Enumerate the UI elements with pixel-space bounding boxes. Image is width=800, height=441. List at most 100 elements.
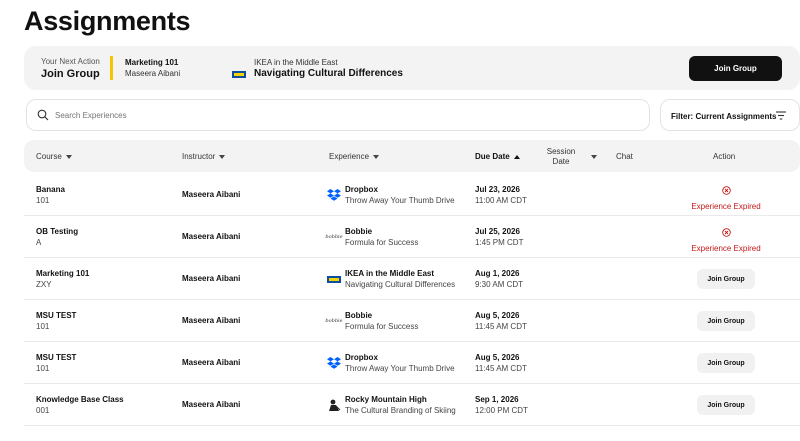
- due-date: Sep 1, 2026: [475, 395, 519, 404]
- experience-name[interactable]: Bobbie: [345, 311, 372, 320]
- join-group-button[interactable]: Join Group: [697, 353, 755, 373]
- rocky-mountain-logo-icon: [326, 397, 342, 413]
- page-title: Assignments: [24, 6, 191, 36]
- join-group-button[interactable]: Join Group: [697, 311, 755, 331]
- course-name[interactable]: MSU TEST: [36, 353, 76, 362]
- due-date: Jul 23, 2026: [475, 185, 520, 194]
- next-action-experience-subtitle: IKEA in the Middle East: [254, 58, 338, 67]
- course-code: A: [36, 238, 42, 247]
- ikea-logo-icon: [326, 271, 342, 287]
- column-experience-label: Experience: [329, 152, 370, 161]
- due-time: 12:00 PM CDT: [475, 406, 528, 415]
- next-action-course: Marketing 101: [125, 58, 179, 67]
- experience-subtitle: The Cultural Branding of Skiing: [345, 406, 456, 415]
- join-group-button[interactable]: Join Group: [697, 269, 755, 289]
- course-name[interactable]: Marketing 101: [36, 269, 89, 278]
- experience-subtitle: Formula for Success: [345, 238, 419, 247]
- filter-lines-icon: [776, 111, 786, 120]
- ikea-logo-icon: [232, 65, 246, 83]
- experience-name[interactable]: Dropbox: [345, 185, 378, 194]
- instructor-name: Maseera Aibani: [182, 274, 241, 283]
- search-icon: [37, 109, 49, 121]
- table-row: Banana 101 Maseera Aibani Dropbox Throw Away…: [24, 174, 800, 216]
- instructor-name: Maseera Aibani: [182, 190, 241, 199]
- join-group-button[interactable]: Join Group: [689, 56, 782, 81]
- due-date: Aug 1, 2026: [475, 269, 520, 278]
- table-row: MSU TEST 101 Maseera Aibani bobbie Bobbie For…: [24, 300, 800, 342]
- experience-name[interactable]: Dropbox: [345, 353, 378, 362]
- next-action-banner: Your Next Action Join Group Marketing 10…: [24, 46, 800, 90]
- column-session-date[interactable]: Session Date: [545, 147, 597, 167]
- table-row: MSU TEST 101 Maseera Aibani Dropbox Throw Aw…: [24, 342, 800, 384]
- sort-down-icon: [373, 154, 380, 159]
- search-bar[interactable]: [26, 99, 650, 131]
- next-action-experience-title: Navigating Cultural Differences: [254, 68, 403, 79]
- next-action-value: Join Group: [41, 68, 100, 80]
- column-action: Action: [713, 152, 735, 161]
- experience-name[interactable]: Rocky Mountain High: [345, 395, 427, 404]
- expired-x-icon: [721, 228, 731, 237]
- due-date: Jul 25, 2026: [475, 227, 520, 236]
- instructor-name: Maseera Aibani: [182, 232, 241, 241]
- table-row: Marketing 101 ZXY Maseera Aibani IKEA in th…: [24, 258, 800, 300]
- sort-down-icon: [591, 155, 597, 159]
- column-due-date[interactable]: Due Date: [475, 152, 520, 161]
- due-date: Aug 5, 2026: [475, 311, 520, 320]
- experience-subtitle: Throw Away Your Thumb Drive: [345, 196, 455, 205]
- column-experience[interactable]: Experience: [329, 152, 380, 161]
- instructor-name: Maseera Aibani: [182, 358, 241, 367]
- dropbox-logo-icon: [326, 355, 342, 371]
- course-code: ZXY: [36, 280, 52, 289]
- bobbie-logo-icon: bobbie: [325, 234, 343, 240]
- course-code: 101: [36, 364, 50, 373]
- table-header: Course Instructor Experience Due Date Se…: [24, 140, 800, 172]
- dropbox-logo-icon: [326, 187, 342, 203]
- course-code: 101: [36, 196, 50, 205]
- course-name[interactable]: Knowledge Base Class: [36, 395, 124, 404]
- expired-x-icon: [721, 186, 731, 195]
- column-action-label: Action: [713, 152, 736, 161]
- due-time: 11:45 AM CDT: [475, 364, 527, 373]
- expired-label: Experience Expired: [691, 244, 761, 253]
- course-code: 101: [36, 322, 50, 331]
- experience-subtitle: Formula for Success: [345, 322, 419, 331]
- course-name[interactable]: Banana: [36, 185, 65, 194]
- join-group-button[interactable]: Join Group: [697, 395, 755, 415]
- course-name[interactable]: MSU TEST: [36, 311, 76, 320]
- due-date: Aug 5, 2026: [475, 353, 520, 362]
- experience-name[interactable]: Bobbie: [345, 227, 372, 236]
- expired-label: Experience Expired: [691, 202, 761, 211]
- due-time: 11:00 AM CDT: [475, 196, 527, 205]
- experience-expired-status: Experience Expired: [686, 224, 766, 253]
- sort-up-icon: [513, 154, 520, 159]
- filter-label: Filter: Current Assignments: [671, 112, 777, 121]
- table-row: OB Testing A Maseera Aibani bobbie Bobbie For…: [24, 216, 800, 258]
- experience-subtitle: Navigating Cultural Differences: [345, 280, 456, 289]
- column-course[interactable]: Course: [36, 152, 72, 161]
- due-time: 1:45 PM CDT: [475, 238, 524, 247]
- due-time: 9:30 AM CDT: [475, 280, 524, 289]
- column-course-label: Course: [36, 152, 62, 161]
- course-code: 001: [36, 406, 50, 415]
- column-instructor[interactable]: Instructor: [182, 152, 226, 161]
- filter-dropdown[interactable]: Filter: Current Assignments: [660, 99, 800, 131]
- instructor-name: Maseera Aibani: [182, 400, 241, 409]
- next-action-label: Your Next Action: [41, 57, 100, 66]
- column-session-date-label: Session Date: [546, 147, 576, 166]
- column-due-date-label: Due Date: [475, 152, 510, 161]
- experience-subtitle: Throw Away Your Thumb Drive: [345, 364, 455, 373]
- column-chat: Chat: [616, 152, 633, 161]
- accent-bar: [110, 56, 113, 80]
- column-instructor-label: Instructor: [182, 152, 216, 161]
- instructor-name: Maseera Aibani: [182, 316, 241, 325]
- column-chat-label: Chat: [616, 152, 633, 161]
- due-time: 11:45 AM CDT: [475, 322, 527, 331]
- course-name[interactable]: OB Testing: [36, 227, 78, 236]
- experience-expired-status: Experience Expired: [686, 182, 766, 211]
- search-input[interactable]: [55, 110, 615, 120]
- bobbie-logo-icon: bobbie: [325, 318, 343, 324]
- table-row: Knowledge Base Class 001 Maseera Aibani Roc…: [24, 384, 800, 426]
- experience-name[interactable]: IKEA in the Middle East: [345, 269, 434, 278]
- next-action-instructor: Maseera Aibani: [125, 69, 181, 78]
- sort-down-icon: [65, 154, 72, 159]
